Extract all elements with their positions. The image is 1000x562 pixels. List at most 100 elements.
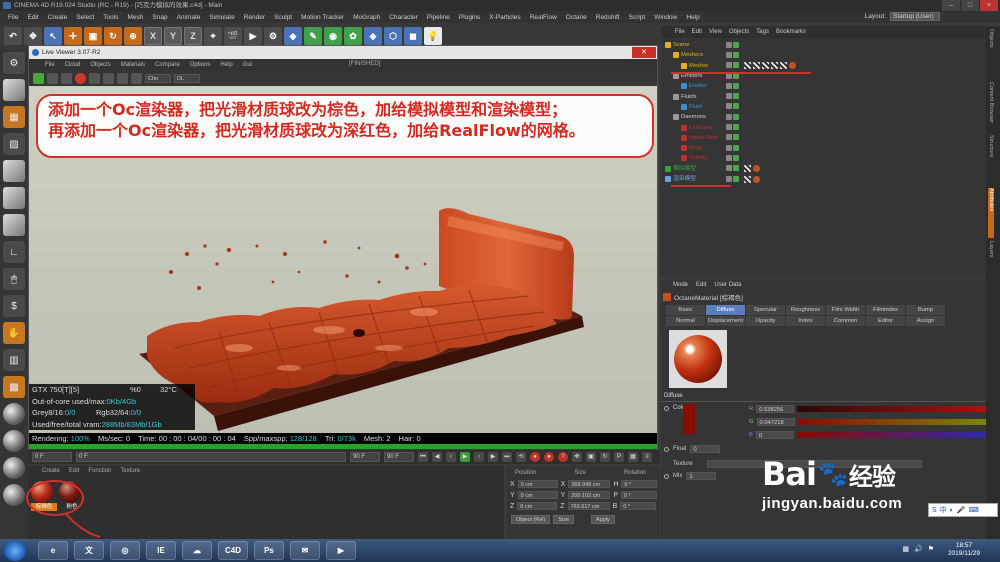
z-axis-toggle[interactable]: Z [184,27,202,45]
size-field[interactable]: 763.617 cm [567,502,610,510]
sphere4-icon[interactable] [3,484,25,506]
object-row[interactable]: Noise Field [661,133,986,143]
g-value[interactable]: 0.047218 [756,417,795,426]
float-value[interactable]: 0 [690,445,721,453]
editor-visibility-dot[interactable] [726,51,732,58]
taskbar-app[interactable]: ✉ [290,541,320,560]
end-frame-field[interactable]: 90 F [350,452,380,462]
scene-icon[interactable]: ⬡ [384,27,402,45]
object-row[interactable]: 渲染模型 [661,174,986,184]
om-menu-objects[interactable]: Objects [729,29,749,35]
rotation-field[interactable]: 0 ° [621,491,658,499]
make-editable-icon[interactable]: ⚙ [3,52,25,74]
layout-dropdown[interactable]: Startup (User) [890,12,940,21]
scale-key-icon[interactable]: ▣ [586,452,596,462]
menu-pipeline[interactable]: Pipeline [427,14,450,21]
object-row[interactable]: Fluid [661,102,986,112]
om-menu-edit[interactable]: Edit [692,29,702,35]
editor-visibility-dot[interactable] [726,62,732,69]
tag-icon[interactable] [753,62,760,70]
enable-check[interactable] [733,144,739,151]
visibility-toggles[interactable] [726,113,742,121]
array-icon[interactable]: ✿ [344,27,362,45]
menu-snap[interactable]: Snap [152,14,167,21]
menu-edit[interactable]: Edit [27,14,38,21]
start-frame-field[interactable]: 0 F [32,452,72,462]
lv-menu-options[interactable]: Options [190,62,211,68]
menu-character[interactable]: Character [389,14,418,21]
om-menu-view[interactable]: View [709,29,722,35]
editor-visibility-dot[interactable] [726,165,732,172]
enable-check[interactable] [733,51,739,58]
menu-sculpt[interactable]: Sculpt [274,14,292,21]
tab-film-width[interactable]: Film Width [826,305,866,315]
size-mode-dropdown[interactable]: Size [553,514,575,524]
light-icon[interactable]: 💡 [424,27,442,45]
x-axis-toggle[interactable]: X [144,27,162,45]
menu-file[interactable]: File [8,14,18,21]
visibility-toggles[interactable] [726,103,742,110]
object-row[interactable]: k Volume [661,122,986,132]
r-value[interactable]: 0.538256 [756,404,795,413]
am-menu-user-data[interactable]: User Data [714,282,741,288]
am-menu-edit[interactable]: Edit [696,282,706,288]
move-key-icon[interactable]: ✥ [572,452,582,462]
b-value[interactable]: 0 [755,430,794,439]
side-tab-layers[interactable]: Layers [988,241,994,291]
max-frame-field[interactable]: 90 F [384,452,414,462]
position-field[interactable]: 0 cm [517,491,558,499]
loop-icon[interactable]: ⟲ [516,452,526,462]
select-tool-icon[interactable]: ↖ [44,27,62,45]
editor-visibility-dot[interactable] [726,93,732,100]
next-frame-icon[interactable]: › [474,452,484,462]
visibility-toggles[interactable] [726,165,742,172]
frame-slider[interactable]: 0 F [76,452,346,462]
mat-menu-texture[interactable]: Texture [120,468,140,474]
subdivision-icon[interactable]: ◉ [324,27,342,45]
menu-mesh[interactable]: Mesh [127,14,143,21]
enable-check[interactable] [733,62,739,69]
recent-tool-icon[interactable]: ⊕ [124,27,142,45]
render-picture-viewer-icon[interactable]: ▶ [244,27,262,45]
tag-icon[interactable] [780,62,787,70]
tab-basic[interactable]: Basic [666,305,706,315]
size-field[interactable]: 200.102 cm [568,491,611,499]
edges-mode-icon[interactable] [3,187,25,209]
enable-check[interactable] [733,124,739,131]
send-scene-icon[interactable] [33,72,44,84]
cube-icon[interactable]: ◆ [284,27,302,45]
editor-visibility-dot[interactable] [726,154,732,161]
object-row[interactable]: Emitter [661,81,986,91]
render-view-icon[interactable]: 🎬 [224,27,242,45]
material-tag-icon[interactable] [753,175,760,183]
enable-check[interactable] [733,103,739,110]
editor-visibility-dot[interactable] [726,113,732,120]
side-tab-attributes[interactable]: Attributes [988,188,994,238]
record-icon[interactable]: ● [530,452,540,462]
lv-menu-materials[interactable]: Materials [121,62,145,68]
color-swatch[interactable] [683,404,695,434]
menu-octane[interactable]: Octane [566,14,587,21]
menu-window[interactable]: Window [654,14,677,21]
tab-diffuse[interactable]: Diffuse [706,305,746,315]
tab-roughness[interactable]: Roughness [786,305,826,315]
taskbar-app[interactable]: IE [146,541,176,560]
menu-tools[interactable]: Tools [103,14,118,21]
coord-mode-dropdown[interactable]: Object (Rel) [511,514,551,524]
model-mode-icon[interactable] [3,79,25,101]
taskbar-app[interactable]: 文 [74,541,104,560]
timeline-menu-icon[interactable]: ≡ [642,452,652,462]
material-tag-icon[interactable] [789,62,796,70]
lv-menu-compare[interactable]: Compare [155,62,180,68]
prev-key-icon[interactable]: ◀ [432,452,442,462]
visibility-toggles[interactable] [726,154,742,162]
rotation-field[interactable]: 0 ° [621,480,658,488]
side-tab-content-browser[interactable]: Content Browser [988,82,994,132]
object-row[interactable]: 模拟模型 [661,164,986,174]
om-menu-bookmarks[interactable]: Bookmarks [776,29,806,35]
menu-motion-tracker[interactable]: Motion Tracker [301,14,344,21]
mat-menu-create[interactable]: Create [42,468,60,474]
taskbar-app[interactable]: ◎ [110,541,140,560]
material-tag-icon[interactable] [753,165,760,173]
tab-editor[interactable]: Editor [866,316,906,326]
